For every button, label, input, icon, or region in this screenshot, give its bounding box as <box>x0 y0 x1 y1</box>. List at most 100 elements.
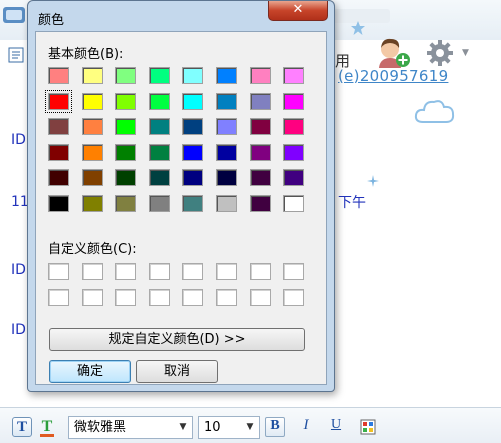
decorative-star-icon <box>351 21 365 35</box>
color-swatch[interactable] <box>48 169 69 187</box>
color-swatch[interactable] <box>249 195 271 212</box>
color-swatch[interactable] <box>148 118 170 136</box>
color-swatch[interactable] <box>81 169 103 187</box>
color-swatch[interactable] <box>216 195 237 212</box>
color-swatch[interactable] <box>216 169 237 187</box>
bold-button[interactable]: B <box>265 417 285 437</box>
color-swatch[interactable] <box>48 195 69 212</box>
color-swatch[interactable] <box>182 195 204 212</box>
custom-color-swatch[interactable] <box>81 289 103 306</box>
color-swatch[interactable] <box>48 67 69 84</box>
color-swatch[interactable] <box>283 92 305 110</box>
color-swatch[interactable] <box>81 195 103 212</box>
settings-gear-icon[interactable] <box>425 38 455 68</box>
color-swatch[interactable] <box>115 195 137 212</box>
basic-colors-label: 基本颜色(B): <box>48 47 124 62</box>
color-swatch[interactable] <box>283 118 305 136</box>
color-swatch[interactable] <box>283 169 305 187</box>
color-swatch[interactable] <box>283 143 305 161</box>
custom-color-swatch[interactable] <box>148 289 170 306</box>
color-swatch[interactable] <box>249 118 271 136</box>
custom-color-swatch[interactable] <box>182 289 204 306</box>
color-swatch[interactable] <box>182 92 204 110</box>
afternoon-time-label: 下午 <box>338 195 366 211</box>
app-corner-icon <box>3 7 25 23</box>
settings-dropdown-icon[interactable]: ▼ <box>462 48 469 58</box>
custom-color-swatch[interactable] <box>115 263 137 280</box>
font-family-value: 微软雅黑 <box>74 420 127 435</box>
color-swatch[interactable] <box>148 92 170 110</box>
color-swatch[interactable] <box>216 118 237 136</box>
font-family-select[interactable]: 微软雅黑 ▼ <box>68 416 193 439</box>
custom-color-swatch[interactable] <box>182 263 204 280</box>
font-style-button[interactable]: T <box>12 417 32 437</box>
close-icon: ✕ <box>292 2 304 17</box>
color-swatch[interactable] <box>182 118 204 136</box>
custom-color-swatch[interactable] <box>48 263 69 280</box>
color-swatch[interactable] <box>148 67 170 84</box>
chat-id-label: ID <box>11 132 26 148</box>
color-swatch[interactable] <box>249 67 271 84</box>
dialog-title: 颜色 <box>38 13 65 28</box>
color-grid-button[interactable] <box>358 417 378 437</box>
color-swatch[interactable] <box>249 92 271 110</box>
close-button[interactable]: ✕ <box>268 1 328 21</box>
custom-color-swatch[interactable] <box>81 263 103 280</box>
color-swatch[interactable] <box>115 92 137 110</box>
color-swatch[interactable] <box>283 195 305 212</box>
cancel-button[interactable]: 取消 <box>136 360 218 383</box>
color-swatch[interactable] <box>115 143 137 161</box>
color-swatch[interactable] <box>45 89 72 113</box>
define-custom-colors-button[interactable]: 规定自定义颜色(D) >> <box>49 328 305 351</box>
chat-id-label: ID <box>11 322 26 338</box>
color-swatch[interactable] <box>216 143 237 161</box>
custom-color-swatch[interactable] <box>148 263 170 280</box>
color-swatch[interactable] <box>81 92 103 110</box>
add-contact-icon[interactable] <box>376 36 412 70</box>
color-swatch[interactable] <box>148 169 170 187</box>
custom-color-swatch[interactable] <box>115 289 137 306</box>
custom-colors-label: 自定义颜色(C): <box>48 242 137 257</box>
color-swatch[interactable] <box>249 169 271 187</box>
custom-color-swatch[interactable] <box>216 289 237 306</box>
color-swatch[interactable] <box>115 118 137 136</box>
font-size-select[interactable]: 10 ▼ <box>198 416 260 439</box>
color-swatch[interactable] <box>81 143 103 161</box>
decorative-cloud-icon <box>414 100 455 123</box>
color-swatch[interactable] <box>148 195 170 212</box>
ok-button[interactable]: 确定 <box>49 360 131 383</box>
color-swatch[interactable] <box>249 143 271 161</box>
color-swatch[interactable] <box>182 67 204 84</box>
color-swatch[interactable] <box>48 118 69 136</box>
color-swatch[interactable] <box>182 169 204 187</box>
color-swatch[interactable] <box>48 143 69 161</box>
custom-color-swatch[interactable] <box>283 289 305 306</box>
chevron-down-icon[interactable]: ▼ <box>241 417 259 438</box>
message-format-toolbar: T T 微软雅黑 ▼ 10 ▼ B I U <box>0 407 501 443</box>
color-swatch[interactable] <box>182 143 204 161</box>
custom-color-swatch[interactable] <box>216 263 237 280</box>
font-color-button[interactable]: T <box>38 417 56 437</box>
color-grid-icon <box>360 419 376 435</box>
color-swatch[interactable] <box>216 67 237 84</box>
custom-color-swatch[interactable] <box>48 289 69 306</box>
color-swatch[interactable] <box>283 67 305 84</box>
underline-button[interactable]: U <box>326 417 346 437</box>
color-swatch[interactable] <box>81 67 103 84</box>
font-color-bar <box>40 434 54 437</box>
color-swatch[interactable] <box>216 92 237 110</box>
chat-id-label: ID <box>11 262 26 278</box>
color-swatch[interactable] <box>115 169 137 187</box>
custom-color-swatch[interactable] <box>249 289 271 306</box>
italic-button[interactable]: I <box>296 417 316 437</box>
document-icon[interactable] <box>8 47 26 63</box>
custom-color-swatch[interactable] <box>283 263 305 280</box>
chevron-down-icon[interactable]: ▼ <box>174 417 192 438</box>
color-swatch[interactable] <box>115 67 137 84</box>
font-size-value: 10 <box>204 420 221 435</box>
font-color-glyph: T <box>41 418 53 435</box>
color-swatch[interactable] <box>81 118 103 136</box>
dialog-body: 基本颜色(B): 自定义颜色(C): 规定自定义颜色(D) >> 确定 取消 <box>35 31 327 385</box>
custom-color-swatch[interactable] <box>249 263 271 280</box>
color-swatch[interactable] <box>148 143 170 161</box>
